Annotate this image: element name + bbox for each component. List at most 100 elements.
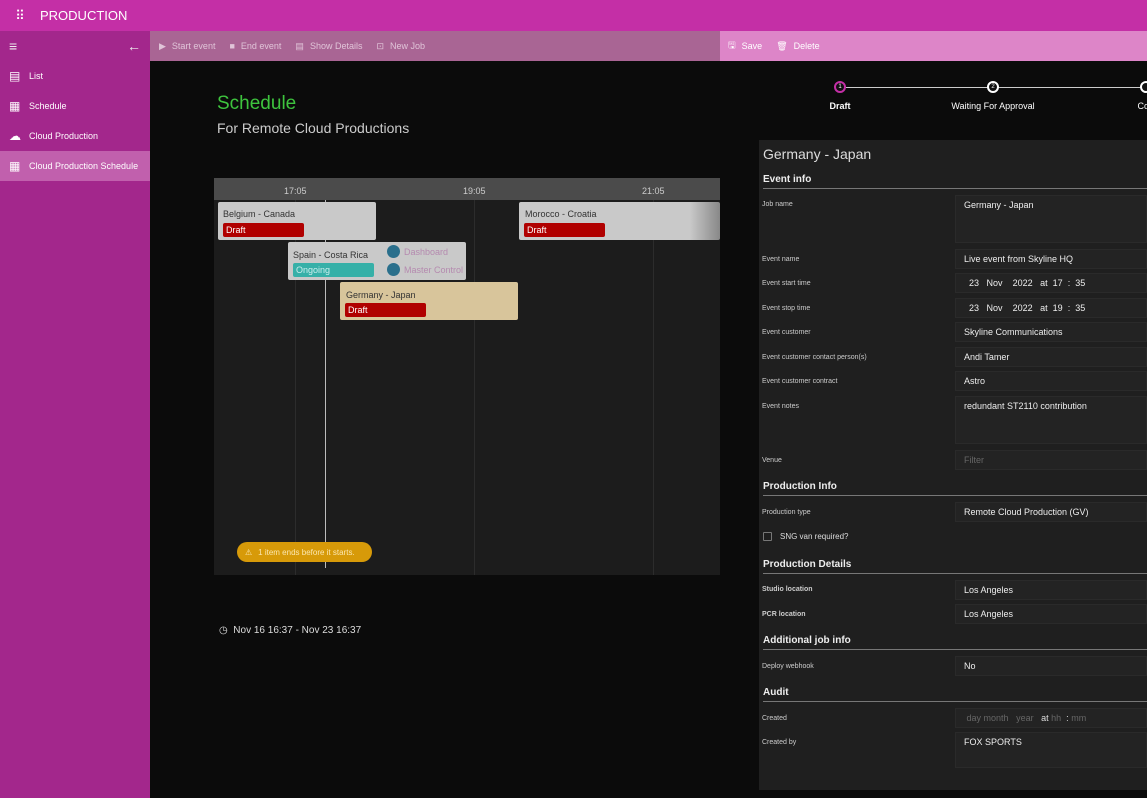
step-confirmed[interactable] <box>1140 81 1147 93</box>
sidebar-item-label: Cloud Production Schedule <box>29 161 139 171</box>
status-badge: Draft <box>223 223 304 237</box>
field-label: Job name <box>762 201 793 208</box>
event-card[interactable]: Morocco - Croatia Draft <box>519 202 720 240</box>
status-badge: Draft <box>524 223 605 237</box>
event-name: Morocco - Croatia <box>525 209 597 219</box>
start-event-button[interactable]: ▶ Start event <box>159 41 215 52</box>
customer-select[interactable]: Skyline Communications <box>955 322 1147 342</box>
field-label: Studio location <box>762 586 813 593</box>
step-label: Draft <box>829 101 851 111</box>
label: Delete <box>793 41 820 51</box>
tick-label: 19:05 <box>463 186 486 196</box>
calendar-icon: ▦ <box>9 99 21 113</box>
field-label: Event customer contract <box>762 378 838 385</box>
field-label: Created <box>762 715 787 722</box>
notes-textarea[interactable]: redundant ST2110 contribution <box>955 396 1147 444</box>
hour[interactable]: 19 <box>1053 303 1063 313</box>
sidebar-item-label: Cloud Production <box>29 131 99 141</box>
contact-select[interactable]: Andi Tamer <box>955 347 1147 367</box>
minute[interactable]: 35 <box>1075 278 1085 288</box>
field-label: Event notes <box>762 403 799 410</box>
studio-location-select[interactable]: Los Angeles <box>955 580 1147 600</box>
step-waiting[interactable]: 2 <box>987 81 999 93</box>
step-draft[interactable]: 1 <box>834 81 846 93</box>
month[interactable]: Nov <box>987 278 1003 288</box>
field-label: Production type <box>762 509 811 516</box>
label: Save <box>741 41 763 51</box>
event-card[interactable]: Spain - Costa Rica Ongoing Dashboard Mas… <box>288 242 466 280</box>
label: New Job <box>390 41 426 51</box>
stop-time-input[interactable]: 23 Nov 2022 at 19 : 35 <box>955 298 1147 318</box>
tick-label: 21:05 <box>642 186 665 196</box>
label: Show Details <box>309 41 363 51</box>
master-control-link[interactable]: Master Control <box>387 263 463 276</box>
range-text: Nov 16 16:37 - Nov 23 16:37 <box>233 625 362 636</box>
sng-checkbox[interactable] <box>763 532 772 541</box>
at: at <box>1040 303 1048 313</box>
month[interactable]: month <box>984 713 1009 723</box>
label: Start event <box>171 41 216 51</box>
dashboard-link[interactable]: Dashboard <box>387 245 448 258</box>
gv-logo-icon <box>387 263 400 276</box>
warning-text: 1 item ends before it starts. <box>258 547 355 557</box>
play-icon: ▶ <box>159 40 166 51</box>
field-label: Event start time <box>762 280 811 287</box>
link-label: Dashboard <box>404 246 449 257</box>
end-event-button[interactable]: ■ End event <box>229 41 281 51</box>
job-form: Germany - Japan Event info Job name Germ… <box>759 140 1147 790</box>
timeline[interactable]: 17:05 19:05 21:05 Belgium - Canada Draft… <box>214 178 720 575</box>
contract-select[interactable]: Astro <box>955 371 1147 391</box>
trash-icon: 🗑 <box>776 40 788 51</box>
show-details-button[interactable]: ▤ Show Details <box>295 41 362 52</box>
created-by-input[interactable]: FOX SPORTS <box>955 732 1147 768</box>
event-card[interactable]: Belgium - Canada Draft <box>218 202 376 240</box>
clipboard-icon: ▤ <box>9 69 21 83</box>
event-name: Belgium - Canada <box>223 209 296 219</box>
event-card-selected[interactable]: Germany - Japan Draft <box>340 282 518 320</box>
tick-label: 17:05 <box>284 186 307 196</box>
gv-logo-icon <box>387 245 400 258</box>
sidebar: ≡ ← ▤ List ▦ Schedule ☁ Cloud Production ▦ Cl… <box>0 31 150 798</box>
sep: : <box>1067 278 1071 288</box>
delete-button[interactable]: 🗑 Delete <box>776 41 819 52</box>
created-datetime-input[interactable]: day month year at hh : mm <box>955 708 1147 728</box>
minute[interactable]: mm <box>1071 713 1086 723</box>
sidebar-item-schedule[interactable]: ▦ Schedule <box>0 91 150 121</box>
sidebar-item-cloud-production-schedule[interactable]: ▦ Cloud Production Schedule <box>0 151 150 181</box>
year[interactable]: year <box>1016 713 1034 723</box>
month[interactable]: Nov <box>987 303 1003 313</box>
sidebar-item-cloud-production[interactable]: ☁ Cloud Production <box>0 121 150 151</box>
pcr-location-select[interactable]: Los Angeles <box>955 604 1147 624</box>
start-time-input[interactable]: 23 Nov 2022 at 17 : 35 <box>955 273 1147 293</box>
save-icon: 🖫 <box>728 40 736 50</box>
app-title: PRODUCTION <box>40 8 128 23</box>
sep: : <box>1067 303 1071 313</box>
toolbar: ▶ Start event ■ End event ▤ Show Details ⊡ N… <box>150 31 720 61</box>
status-stepper: 1 2 Draft Waiting For Approval Conf <box>720 78 1147 118</box>
event-name-input[interactable]: Live event from Skyline HQ <box>955 249 1147 269</box>
hamburger-icon[interactable]: ≡ <box>9 38 17 54</box>
save-button[interactable]: 🖫 Save <box>728 38 762 54</box>
new-job-button[interactable]: ⊡ New Job <box>376 41 425 52</box>
back-arrow-icon[interactable]: ← <box>127 38 141 54</box>
production-type-select[interactable]: Remote Cloud Production (GV) <box>955 502 1147 522</box>
field-label: Venue <box>762 457 782 464</box>
link-label: Master Control <box>404 264 464 275</box>
webhook-select[interactable]: No <box>955 656 1147 676</box>
sidebar-item-list[interactable]: ▤ List <box>0 61 150 91</box>
checkbox-label: SNG van required? <box>780 532 849 541</box>
section-header: Production Info <box>763 481 1147 496</box>
hour[interactable]: hh <box>1051 713 1061 723</box>
venue-filter-input[interactable]: Filter <box>955 450 1147 470</box>
job-name-input[interactable]: Germany - Japan <box>955 195 1147 243</box>
page-subtitle: For Remote Cloud Productions <box>217 120 410 136</box>
hour[interactable]: 17 <box>1053 278 1063 288</box>
day[interactable]: 23 <box>969 278 979 288</box>
day[interactable]: 23 <box>969 303 979 313</box>
minute[interactable]: 35 <box>1075 303 1085 313</box>
apps-grid-icon[interactable]: ⠿ <box>0 8 40 24</box>
year[interactable]: 2022 <box>1013 303 1033 313</box>
year[interactable]: 2022 <box>1013 278 1033 288</box>
section-header: Production Details <box>763 559 1147 574</box>
day[interactable]: day <box>967 713 982 723</box>
